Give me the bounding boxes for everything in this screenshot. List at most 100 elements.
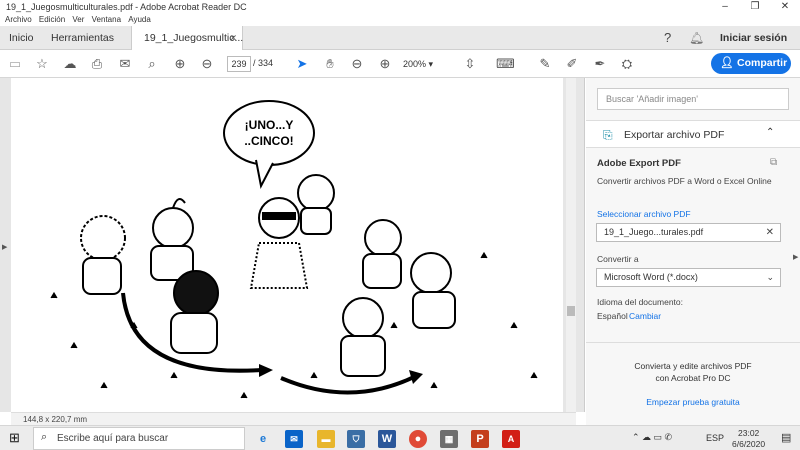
close-icon[interactable]: ✕: [770, 0, 800, 14]
children-circle: [80, 174, 456, 377]
search-icon: ⌕: [41, 431, 48, 443]
toolbar: ▭ ☆ ☁ ⎙ ✉ ⌕ ⊕ ⊖ 239 / 334 ➤ ✋︎ ⊖ ⊕ 200% …: [0, 50, 800, 78]
powerpoint-icon[interactable]: P: [471, 430, 489, 448]
menu-ayuda[interactable]: Ayuda: [128, 15, 151, 24]
zoom-select[interactable]: 200% ▾: [403, 56, 441, 72]
page-total: / 334: [253, 58, 274, 68]
menu-ventana[interactable]: Ventana: [92, 15, 121, 24]
menu-bar: Archivo Edición Ver Ventana Ayuda: [0, 14, 800, 26]
cartoon-illustration: ¡UNO...Y ..CINCO!: [50, 100, 538, 399]
comment-icon[interactable]: ✎: [536, 55, 554, 73]
right-pane-toggle-icon[interactable]: ▶: [793, 253, 798, 261]
window-title: 19_1_Juegosmulticulturales.pdf - Adobe A…: [6, 2, 247, 12]
share-button[interactable]: 👤︎ Compartir: [711, 53, 791, 74]
menu-ver[interactable]: Ver: [72, 15, 84, 24]
word-icon[interactable]: W: [378, 430, 396, 448]
tray-icons[interactable]: ⌃ ☁ ▭ ✆: [632, 432, 672, 443]
promo-line-2: con Acrobat Pro DC: [655, 373, 731, 383]
export-pdf-header[interactable]: ⎘ Exportar archivo PDF ⌃: [586, 120, 800, 148]
tab-document[interactable]: 19_1_Juegosmultic... ✕: [131, 26, 243, 50]
selected-file-field[interactable]: 19_1_Juego...turales.pdf ✕: [596, 223, 781, 242]
fit-page-icon[interactable]: ⇳: [461, 55, 479, 73]
zoom-in-icon[interactable]: ⊕: [376, 55, 394, 73]
windows-taskbar: ⊞ ⌕ Escribe aquí para buscar e ✉ ▬ ⛉ W ●…: [0, 425, 800, 450]
zoom-value: 200%: [403, 59, 427, 69]
stamp-icon[interactable]: ⛭: [618, 55, 636, 73]
page-number-input[interactable]: 239: [227, 56, 251, 72]
collapse-chevron-icon[interactable]: ⌃: [766, 127, 774, 138]
menu-edicion[interactable]: Edición: [39, 15, 65, 24]
doc-language-label: Idioma del documento:: [597, 297, 683, 307]
right-tools-pane: Buscar 'Añadir imagen' ⎘ Exportar archiv…: [586, 78, 800, 425]
format-value: Microsoft Word (*.docx): [604, 272, 698, 282]
maximize-icon[interactable]: ❐: [740, 0, 770, 14]
upload-icon[interactable]: ☁: [61, 55, 79, 73]
acrobat-icon[interactable]: A: [502, 430, 520, 448]
document-viewport[interactable]: ▶ ¡UNO...Y ..CINCO!: [0, 78, 585, 412]
windows-start-icon[interactable]: ⊞: [9, 430, 20, 446]
star-icon[interactable]: ☆: [33, 55, 51, 73]
share-icon: 👤︎: [720, 57, 734, 69]
select-file-link[interactable]: Seleccionar archivo PDF: [597, 209, 691, 219]
speech-line-2: ..CINCO!: [244, 134, 293, 148]
keyboard-icon[interactable]: ⌨: [496, 55, 515, 73]
zoom-out-icon[interactable]: ⊖: [348, 55, 366, 73]
export-pdf-title: Exportar archivo PDF: [624, 129, 725, 141]
clock-time[interactable]: 23:02: [738, 428, 759, 438]
clear-file-icon[interactable]: ✕: [766, 224, 774, 241]
copy-icon[interactable]: ⧉: [770, 157, 777, 168]
left-panel-toggle-icon[interactable]: ▶: [2, 243, 7, 251]
highlight-icon[interactable]: ✐: [563, 55, 581, 73]
select-cursor-icon[interactable]: ➤: [293, 55, 311, 73]
help-icon[interactable]: ?: [664, 26, 671, 50]
sign-icon[interactable]: ✒: [591, 55, 609, 73]
tab-bar: Inicio Herramientas 19_1_Juegosmultic...…: [0, 26, 800, 50]
arrow-right: [280, 374, 417, 395]
change-language-link[interactable]: Cambiar: [629, 311, 661, 321]
page-up-icon[interactable]: ⊕: [171, 55, 189, 73]
selected-file-name: 19_1_Juego...turales.pdf: [604, 227, 704, 237]
title-bar: 19_1_Juegosmulticulturales.pdf - Adobe A…: [0, 0, 800, 14]
hand-icon[interactable]: ✋︎: [321, 55, 339, 73]
pdf-page: ¡UNO...Y ..CINCO!: [11, 78, 563, 412]
start-trial-link[interactable]: Empezar prueba gratuita: [586, 397, 800, 407]
promo-line-1: Convierta y edite archivos PDF: [634, 361, 752, 371]
input-language[interactable]: ESP: [706, 433, 724, 443]
tools-search-input[interactable]: Buscar 'Añadir imagen': [597, 88, 789, 110]
promo-section: Convierta y edite archivos PDF con Acrob…: [586, 342, 800, 425]
mail-icon[interactable]: ✉: [285, 430, 303, 448]
app-icon[interactable]: ▦: [440, 430, 458, 448]
share-label: Compartir: [737, 57, 788, 69]
bell-icon[interactable]: 🔔︎: [689, 26, 704, 50]
file-explorer-icon[interactable]: ▬: [317, 430, 335, 448]
menu-archivo[interactable]: Archivo: [5, 15, 32, 24]
page-dimensions: 144,8 x 220,7 mm: [11, 412, 576, 425]
taskbar-search[interactable]: ⌕ Escribe aquí para buscar: [33, 427, 245, 450]
chevron-down-icon: ⌄: [766, 272, 774, 282]
speech-line-1: ¡UNO...Y: [245, 118, 294, 132]
sign-in-link[interactable]: Iniciar sesión: [720, 26, 787, 50]
tab-document-label: 19_1_Juegosmultic...: [144, 32, 244, 44]
edge-icon[interactable]: e: [254, 430, 272, 448]
vertical-scrollbar[interactable]: [566, 78, 576, 412]
format-select[interactable]: Microsoft Word (*.docx) ⌄: [596, 268, 781, 287]
clock-date[interactable]: 6/6/2020: [732, 439, 765, 449]
tab-home[interactable]: Inicio: [9, 26, 34, 50]
convert-to-label: Convertir a: [597, 254, 639, 264]
page-down-icon[interactable]: ⊖: [198, 55, 216, 73]
doc-language-value: Español: [597, 311, 628, 321]
store-icon[interactable]: ⛉: [347, 430, 365, 448]
email-icon[interactable]: ✉: [116, 55, 134, 73]
taskbar-search-placeholder: Escribe aquí para buscar: [57, 433, 169, 444]
tab-tools[interactable]: Herramientas: [51, 26, 114, 50]
print-icon[interactable]: ⎙: [88, 55, 106, 73]
scroll-thumb[interactable]: [567, 306, 575, 316]
save-icon[interactable]: ▭: [6, 55, 24, 73]
notification-icon[interactable]: ▤: [781, 431, 791, 444]
adobe-export-title: Adobe Export PDF: [597, 158, 681, 169]
tab-close-icon[interactable]: ✕: [229, 26, 237, 50]
chrome-icon[interactable]: ●: [409, 430, 427, 448]
minimize-icon[interactable]: –: [710, 0, 740, 14]
export-pdf-icon: ⎘: [603, 128, 613, 142]
zoom-search-icon[interactable]: ⌕: [143, 55, 161, 73]
